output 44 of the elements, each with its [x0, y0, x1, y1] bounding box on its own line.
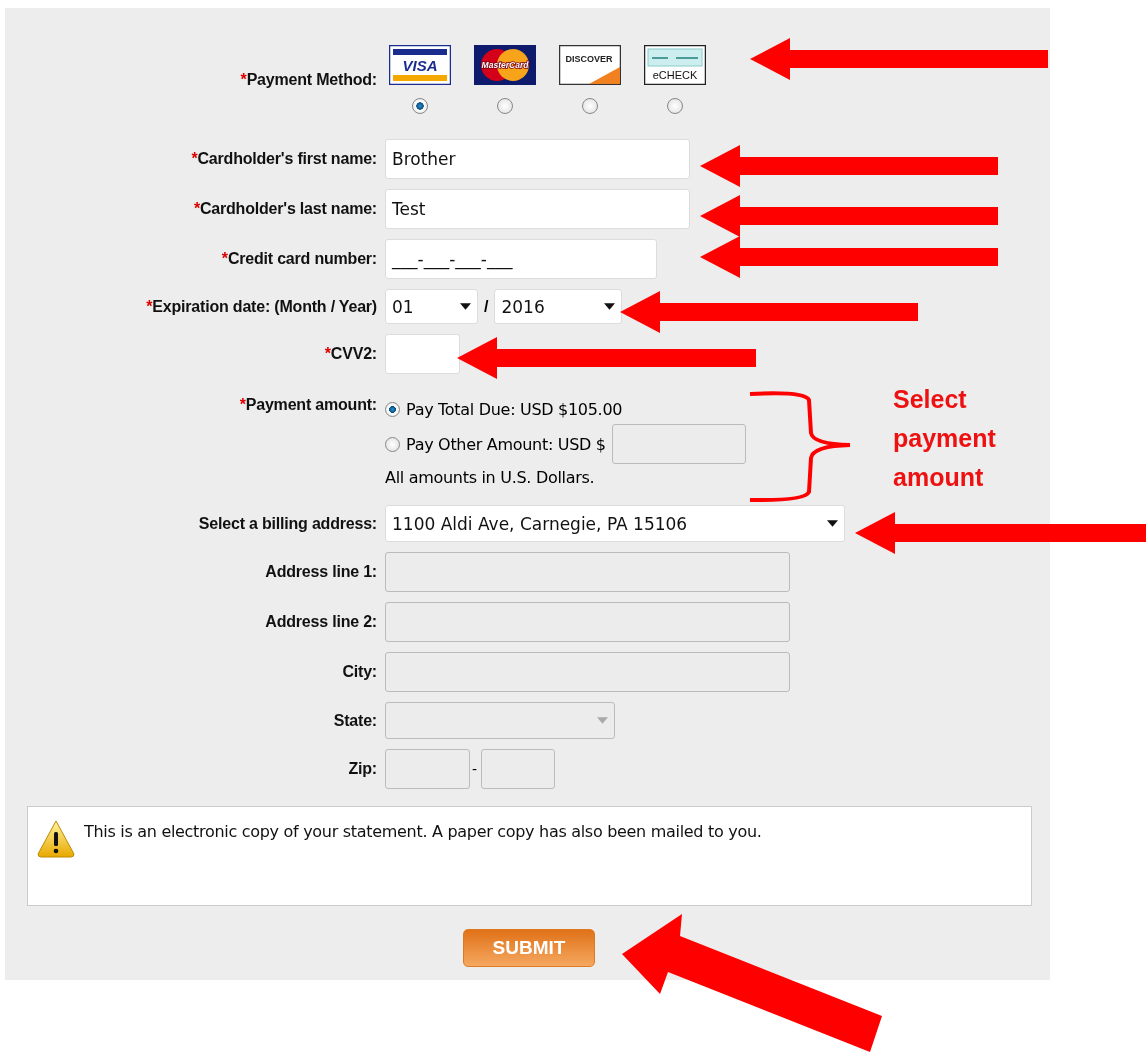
field-label: Select a billing address:	[197, 514, 377, 533]
field-label: *Payment amount:	[238, 396, 377, 414]
field-label: *Credit card number:	[220, 250, 377, 268]
field-label: Address line 2:	[264, 613, 377, 631]
amount-note: All amounts in U.S. Dollars.	[385, 468, 595, 487]
input-field[interactable]: Test	[385, 189, 690, 229]
field-label: Zip:	[347, 760, 377, 778]
amount-field[interactable]	[611, 424, 746, 464]
month-select[interactable]: 01	[385, 289, 478, 324]
field-label: *Expiration date: (Month / Year)	[145, 297, 377, 316]
field-label: *CVV2:	[323, 345, 377, 363]
caret-icon	[460, 303, 471, 310]
field-label: Address line 1:	[264, 563, 377, 581]
input-field[interactable]: ___-___-___-___	[385, 239, 657, 279]
date-separator: /	[484, 297, 489, 316]
input-field[interactable]: Brother	[385, 139, 690, 179]
caret-icon	[827, 520, 838, 527]
notice-text: This is an electronic copy of your statement. A paper copy has also been mailed to you.	[84, 822, 762, 841]
field-label: State:	[332, 711, 377, 730]
radio-button[interactable]	[666, 98, 683, 114]
radio-button[interactable]	[581, 98, 598, 114]
radio-button[interactable]	[496, 98, 513, 114]
card-logo: VISA	[388, 45, 451, 85]
radio-button[interactable]	[385, 401, 400, 417]
warning-icon	[36, 818, 76, 858]
zip-field[interactable]	[385, 749, 470, 789]
annotation-text: Select payment amount	[893, 384, 997, 493]
year-select[interactable]: 2016	[494, 289, 623, 324]
field-label: *Cardholder's first name:	[190, 150, 377, 168]
caret-icon	[597, 717, 608, 724]
select-field[interactable]: 1100 Aldi Ave, Carnegie, PA 15106	[385, 505, 845, 542]
field-label: *Payment Method:	[239, 70, 377, 89]
option-label: Pay Total Due: USD $105.00	[406, 399, 623, 419]
field-label: *Cardholder's last name:	[192, 200, 377, 218]
radio-button[interactable]	[411, 98, 428, 114]
input-field[interactable]	[385, 334, 460, 374]
radio-button[interactable]	[385, 436, 400, 452]
card-logo: DISCOVER	[558, 45, 621, 85]
caret-icon	[604, 303, 616, 310]
field-label: City:	[341, 663, 377, 681]
zip-separator: -	[472, 761, 478, 777]
zip-extension-field[interactable]	[481, 749, 556, 789]
card-logo: eCHECK	[643, 45, 706, 85]
option-label: Pay Other Amount: USD $	[406, 434, 606, 454]
